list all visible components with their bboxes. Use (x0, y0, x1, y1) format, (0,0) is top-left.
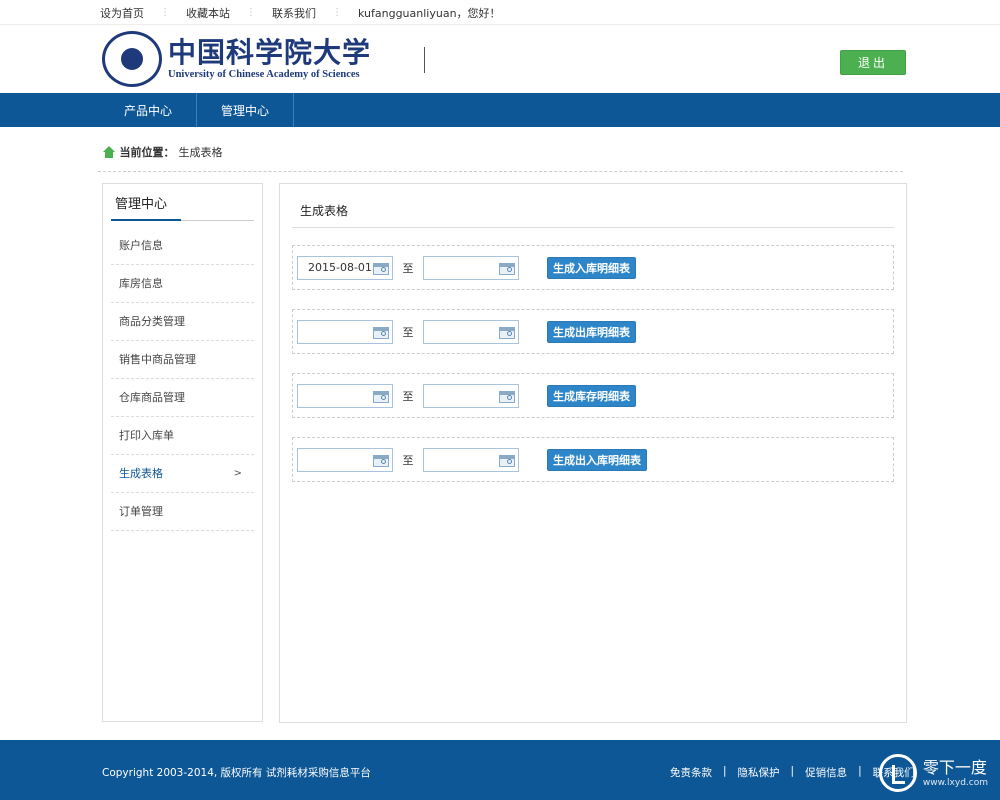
calendar-icon[interactable] (499, 262, 515, 275)
sidebar-item-label: 打印入库单 (119, 429, 174, 442)
university-seal-icon (102, 31, 162, 87)
generate-inbound-report-button[interactable]: 生成入库明细表 (547, 256, 636, 279)
home-icon[interactable] (102, 146, 116, 158)
sidebar-item-category-management[interactable]: 商品分类管理 (111, 303, 254, 341)
generate-inventory-report-button[interactable]: 生成库存明细表 (547, 384, 636, 407)
watermark-logo-icon (878, 754, 917, 792)
watermark-name: 零下一度 (922, 757, 987, 777)
date-value: 2015-08-01 (308, 261, 372, 274)
sidebar-item-on-sale-management[interactable]: 销售中商品管理 (111, 341, 254, 379)
header-divider (424, 47, 425, 73)
end-date-input[interactable] (423, 447, 519, 472)
end-date-input[interactable] (423, 383, 519, 408)
separator: ⋮ (332, 7, 342, 18)
to-label: 至 (402, 261, 414, 275)
start-date-input[interactable] (297, 383, 393, 408)
top-utility-bar: 设为首页 ⋮ 收藏本站 ⋮ 联系我们 ⋮ kufangguanliyuan，您好… (0, 0, 1000, 25)
sidebar-item-label: 生成表格 (119, 467, 163, 480)
calendar-icon[interactable] (373, 390, 389, 403)
user-greeting: kufangguanliyuan，您好！ (358, 6, 501, 20)
logout-button[interactable]: 退出 (840, 50, 906, 75)
content-panel: 生成表格 2015-08-01 至 生成入库明细表 至 生成出库明细表 至 生成… (279, 183, 907, 723)
separator: ⋮ (160, 7, 170, 18)
contact-link[interactable]: 联系我们 (272, 5, 316, 21)
separator: | (790, 765, 795, 777)
watermark-url: www.lxyd.com (922, 777, 988, 788)
chevron-right-icon: > (233, 468, 242, 479)
calendar-icon[interactable] (499, 390, 515, 403)
sidebar-item-label: 仓库商品管理 (119, 391, 185, 404)
start-date-input[interactable]: 2015-08-01 (297, 255, 393, 280)
calendar-icon[interactable] (499, 454, 515, 467)
start-date-input[interactable] (297, 319, 393, 344)
logo-chinese-name: 中国科学院大学 (168, 36, 372, 69)
content-title: 生成表格 (292, 202, 894, 228)
separator: | (723, 765, 727, 777)
sidebar-item-label: 商品分类管理 (119, 315, 185, 328)
site-footer: Copyright 2003-2014, 版权所有 试剂耗材采购信息平台 免责条… (0, 740, 1000, 800)
calendar-icon[interactable] (499, 326, 515, 339)
sidebar-item-label: 销售中商品管理 (119, 353, 196, 366)
breadcrumb-current: 生成表格 (178, 146, 223, 159)
report-row-in-out: 至 生成出入库明细表 (292, 437, 894, 482)
sidebar-item-generate-report[interactable]: 生成表格 > (111, 455, 254, 493)
sidebar-item-print-receipt[interactable]: 打印入库单 (111, 417, 254, 455)
site-header: 中国科学院大学 University of Chinese Academy of… (0, 25, 1000, 93)
watermark: 零下一度 www.lxyd.com (878, 754, 988, 792)
sidebar-item-account-info[interactable]: 账户信息 (111, 227, 254, 265)
report-row-inventory: 至 生成库存明细表 (292, 373, 894, 418)
calendar-icon[interactable] (373, 454, 389, 467)
end-date-input[interactable] (423, 255, 519, 280)
generate-outbound-report-button[interactable]: 生成出库明细表 (547, 320, 636, 343)
logo-english-name: University of Chinese Academy of Science… (168, 69, 360, 80)
breadcrumb: 当前位置： 生成表格 (97, 127, 903, 172)
to-label: 至 (402, 389, 414, 403)
nav-item-products[interactable]: 产品中心 (100, 93, 197, 127)
generate-in-out-report-button[interactable]: 生成出入库明细表 (547, 448, 647, 471)
set-homepage-link[interactable]: 设为首页 (100, 5, 144, 21)
separator: ⋮ (246, 7, 256, 18)
to-label: 至 (402, 453, 414, 467)
sidebar-item-label: 账户信息 (119, 239, 163, 252)
university-logo[interactable]: 中国科学院大学 University of Chinese Academy of… (102, 31, 371, 87)
report-row-outbound: 至 生成出库明细表 (292, 309, 894, 354)
bookmark-link[interactable]: 收藏本站 (186, 5, 230, 21)
sidebar-item-order-management[interactable]: 订单管理 (111, 493, 254, 531)
footer-link-privacy[interactable]: 隐私保护 (738, 765, 780, 780)
report-row-inbound: 2015-08-01 至 生成入库明细表 (292, 245, 894, 290)
footer-link-promotions[interactable]: 促销信息 (805, 765, 847, 780)
calendar-icon[interactable] (373, 262, 389, 275)
separator: | (858, 765, 862, 777)
sidebar-item-warehouse-info[interactable]: 库房信息 (111, 265, 254, 303)
sidebar-item-stock-management[interactable]: 仓库商品管理 (111, 379, 254, 417)
copyright-text: Copyright 2003-2014, 版权所有 试剂耗材采购信息平台 (102, 767, 371, 779)
sidebar-title: 管理中心 (111, 193, 254, 221)
nav-item-management[interactable]: 管理中心 (197, 93, 294, 127)
sidebar-item-label: 订单管理 (119, 505, 163, 518)
calendar-icon[interactable] (373, 326, 389, 339)
to-label: 至 (402, 325, 414, 339)
main-nav: 产品中心 管理中心 (0, 93, 1000, 127)
end-date-input[interactable] (423, 319, 519, 344)
start-date-input[interactable] (297, 447, 393, 472)
main-area: 管理中心 账户信息 库房信息 商品分类管理 销售中商品管理 仓库商品管理 打印入… (102, 183, 907, 723)
sidebar: 管理中心 账户信息 库房信息 商品分类管理 销售中商品管理 仓库商品管理 打印入… (102, 183, 263, 722)
sidebar-item-label: 库房信息 (119, 277, 163, 290)
footer-link-disclaimer[interactable]: 免责条款 (670, 765, 712, 780)
breadcrumb-label: 当前位置： (119, 146, 175, 159)
